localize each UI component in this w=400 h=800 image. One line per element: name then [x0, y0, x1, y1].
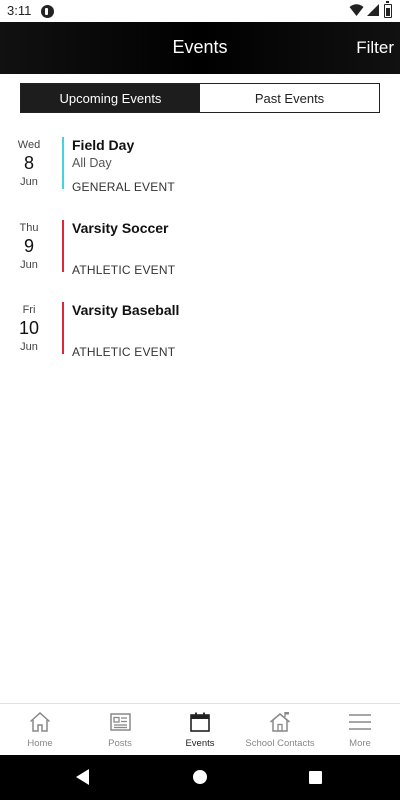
event-item[interactable]: Thu 9 Jun Varsity Soccer ATHLETIC EVENT — [0, 220, 400, 290]
nav-label: More — [349, 738, 371, 749]
page-title: Events — [172, 37, 228, 57]
school-house-icon — [270, 712, 290, 732]
nav-label: Posts — [108, 738, 132, 749]
battery-icon — [384, 1, 392, 18]
event-title: Field Day — [72, 137, 135, 153]
event-color-bar — [62, 220, 64, 272]
event-category: ATHLETIC EVENT — [72, 345, 176, 359]
nav-label: School Contacts — [245, 738, 315, 749]
home-circle-icon[interactable] — [193, 770, 207, 784]
nav-label: Events — [185, 738, 215, 749]
nav-item-more[interactable]: More — [320, 704, 400, 755]
event-item[interactable]: Fri 10 Jun Varsity Baseball ATHLETIC EVE… — [0, 302, 400, 372]
event-date: Thu 9 Jun — [8, 220, 50, 271]
filter-button[interactable]: Filter — [356, 38, 394, 58]
event-date: Wed 8 Jun — [8, 137, 50, 188]
back-icon[interactable] — [76, 769, 89, 785]
event-day-number: 8 — [23, 153, 34, 173]
event-time: All Day — [72, 156, 112, 170]
signal-icon — [367, 4, 379, 16]
app-bar: Events Filter — [0, 22, 400, 74]
system-navigation-bar — [0, 755, 400, 800]
status-bar: 3:11 — [0, 0, 400, 22]
bottom-navigation: Home Posts Events School Contacts More — [0, 703, 400, 755]
event-day-number: 10 — [18, 318, 40, 338]
newspaper-icon — [110, 713, 131, 731]
event-tabs: Upcoming Events Past Events — [20, 83, 380, 113]
event-item[interactable]: Wed 8 Jun Field Day All Day GENERAL EVEN… — [0, 137, 400, 207]
nav-item-posts[interactable]: Posts — [80, 704, 160, 755]
notification-app-icon — [41, 5, 54, 18]
event-weekday: Wed — [17, 139, 41, 151]
event-month: Jun — [20, 341, 38, 353]
event-month: Jun — [20, 259, 38, 271]
recent-apps-icon[interactable] — [309, 771, 322, 784]
tab-past-events[interactable]: Past Events — [200, 84, 379, 112]
event-date: Fri 10 Jun — [8, 302, 50, 353]
event-title: Varsity Soccer — [72, 220, 169, 236]
nav-item-home[interactable]: Home — [0, 704, 80, 755]
nav-item-events[interactable]: Events — [160, 704, 240, 755]
calendar-icon — [190, 712, 210, 732]
event-weekday: Thu — [19, 222, 39, 234]
event-category: GENERAL EVENT — [72, 180, 175, 194]
nav-label: Home — [27, 738, 53, 749]
event-month: Jun — [20, 176, 38, 188]
event-color-bar — [62, 137, 64, 189]
menu-icon — [349, 714, 371, 730]
event-title: Varsity Baseball — [72, 302, 180, 318]
wifi-icon — [349, 4, 364, 16]
event-category: ATHLETIC EVENT — [72, 263, 176, 277]
tab-upcoming-events[interactable]: Upcoming Events — [21, 84, 200, 112]
home-icon — [29, 711, 51, 732]
status-time: 3:11 — [7, 3, 32, 18]
nav-item-school-contacts[interactable]: School Contacts — [240, 704, 320, 755]
event-day-number: 9 — [23, 236, 34, 256]
event-color-bar — [62, 302, 64, 354]
event-weekday: Fri — [22, 304, 36, 316]
